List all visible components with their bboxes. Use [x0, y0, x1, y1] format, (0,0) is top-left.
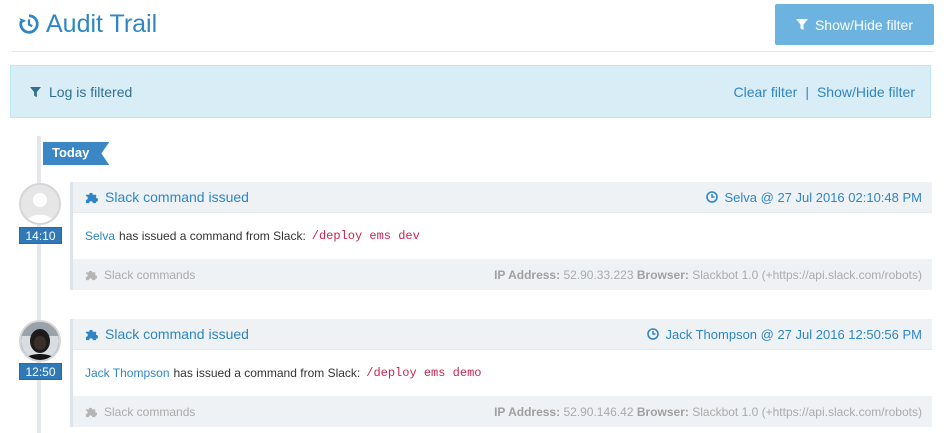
user-link[interactable]: Selva	[85, 229, 115, 243]
event-description: has issued a command from Slack:	[119, 229, 306, 243]
avatar	[19, 320, 61, 362]
event-description: has issued a command from Slack:	[173, 366, 361, 380]
event-card: Slack command issued Selva @ 27 Jul 2016…	[70, 182, 932, 290]
event-meta-text: Jack Thompson @ 27 Jul 2016 12:50:56 PM	[665, 326, 923, 342]
event-body: Jack Thompson has issued a command from …	[73, 350, 932, 396]
ip-value: 52.90.33.223	[563, 267, 634, 282]
puzzle-icon	[85, 270, 97, 280]
browser-value: Slackbot 1.0 (+https://api.slack.com/rob…	[692, 404, 922, 419]
filter-alert: Log is filtered Clear filter | Show/Hide…	[10, 65, 931, 118]
event-category-text: Slack commands	[104, 404, 196, 419]
event-title[interactable]: Slack command issued	[85, 189, 249, 205]
history-icon	[19, 14, 39, 34]
ip-label: IP Address:	[494, 404, 561, 419]
event-category-text: Slack commands	[104, 267, 196, 282]
filter-icon	[30, 86, 41, 97]
slack-command: /deploy ems dev	[311, 229, 420, 243]
slack-command: /deploy ems demo	[366, 366, 482, 380]
filter-actions: Clear filter | Show/Hide filter	[734, 84, 915, 100]
ip-label: IP Address:	[494, 267, 561, 282]
event-footer: Slack commands IP Address: 52.90.33.223 …	[73, 259, 932, 290]
default-user-icon	[21, 185, 59, 223]
event-title[interactable]: Slack command issued	[85, 326, 249, 342]
browser-label: Browser:	[636, 404, 689, 419]
page-header: Audit Trail Show/Hide filter	[12, 0, 934, 52]
puzzle-icon	[85, 192, 98, 203]
event-title-text: Slack command issued	[105, 189, 249, 205]
event-header: Slack command issued Jack Thompson @ 27 …	[73, 319, 932, 350]
filter-status-text: Log is filtered	[49, 84, 133, 100]
event-client-info: IP Address: 52.90.33.223 Browser: Slackb…	[494, 268, 922, 282]
event-header: Slack command issued Selva @ 27 Jul 2016…	[73, 182, 932, 213]
clear-filter-link[interactable]: Clear filter	[734, 84, 798, 100]
page-title: Audit Trail	[46, 10, 158, 38]
show-hide-filter-button[interactable]: Show/Hide filter	[775, 4, 934, 45]
user-link[interactable]: Jack Thompson	[85, 366, 170, 380]
timeline-day-label: Today	[43, 142, 109, 165]
ip-value: 52.90.146.42	[563, 404, 634, 419]
timeline-line	[37, 136, 41, 433]
time-badge: 14:10	[19, 227, 62, 244]
event-body: Selva has issued a command from Slack: /…	[73, 213, 932, 259]
filter-status: Log is filtered	[30, 84, 132, 100]
user-photo-icon	[21, 322, 59, 360]
browser-value: Slackbot 1.0 (+https://api.slack.com/rob…	[692, 267, 922, 282]
event-meta-text: Selva @ 27 Jul 2016 02:10:48 PM	[724, 189, 923, 205]
event-title-text: Slack command issued	[105, 326, 249, 342]
event-meta: Selva @ 27 Jul 2016 02:10:48 PM	[705, 189, 923, 205]
title-wrap: Audit Trail	[18, 9, 157, 39]
time-badge: 12:50	[19, 363, 62, 380]
show-hide-filter-label: Show/Hide filter	[814, 16, 914, 33]
puzzle-icon	[85, 329, 98, 340]
event-client-info: IP Address: 52.90.146.42 Browser: Slackb…	[494, 405, 922, 419]
event-card: Slack command issued Jack Thompson @ 27 …	[70, 319, 932, 427]
avatar	[19, 183, 61, 225]
event-category: Slack commands	[85, 268, 195, 282]
clock-icon	[705, 191, 718, 203]
filter-icon	[795, 18, 808, 30]
event-meta: Jack Thompson @ 27 Jul 2016 12:50:56 PM	[646, 326, 923, 342]
event-category: Slack commands	[85, 405, 195, 419]
browser-label: Browser:	[636, 267, 689, 282]
puzzle-icon	[85, 407, 97, 417]
clock-icon	[646, 328, 659, 340]
event-footer: Slack commands IP Address: 52.90.146.42 …	[73, 396, 932, 427]
link-separator: |	[805, 84, 809, 100]
show-hide-filter-link[interactable]: Show/Hide filter	[817, 84, 915, 100]
